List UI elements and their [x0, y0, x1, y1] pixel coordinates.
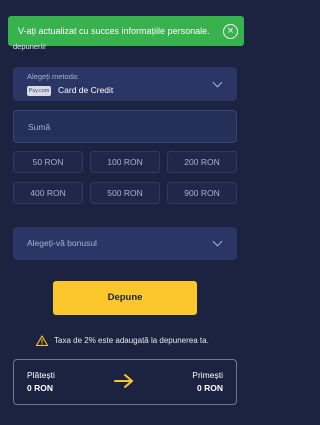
pay-amount: 0 RON — [27, 383, 53, 393]
deposit-button[interactable]: Depune — [53, 281, 197, 315]
close-icon[interactable]: × — [223, 24, 238, 39]
arrow-right-icon — [114, 374, 133, 388]
fee-notice: Taxa de 2% este adaugată la depunerea ta… — [36, 333, 209, 347]
preset-amount-button[interactable]: 900 RON — [167, 182, 237, 204]
warning-icon — [36, 334, 48, 346]
partial-text: depunerii! — [13, 42, 46, 51]
payment-method-label: Alegeți metoda: — [27, 72, 80, 81]
payment-method-value: Card de Credit — [58, 85, 114, 95]
receive-label: Primești — [192, 370, 223, 380]
chevron-down-icon — [212, 236, 223, 247]
preset-amount-button[interactable]: 400 RON — [13, 182, 83, 204]
preset-amount-button[interactable]: 200 RON — [167, 151, 237, 173]
preset-amount-button[interactable]: 500 RON — [90, 182, 160, 204]
bonus-select[interactable]: Alegeți-vă bonusul — [13, 227, 237, 260]
chevron-down-icon — [212, 77, 223, 88]
fee-notice-text: Taxa de 2% este adaugată la depunerea ta… — [54, 335, 209, 345]
bonus-select-label: Alegeți-vă bonusul — [27, 238, 97, 248]
receive-amount: 0 RON — [197, 383, 223, 393]
payment-provider-logo: Psy.com — [27, 86, 51, 96]
deposit-summary: Plătești 0 RON Primești 0 RON — [13, 359, 237, 405]
payment-method-select[interactable]: Alegeți metoda: Psy.com Card de Credit — [13, 67, 237, 101]
preset-amount-button[interactable]: 50 RON — [13, 151, 83, 173]
pay-label: Plătești — [27, 370, 55, 380]
notification-message: V-ați actualizat cu succes informațiile … — [18, 26, 210, 36]
amount-input[interactable] — [13, 110, 237, 143]
preset-amount-button[interactable]: 100 RON — [90, 151, 160, 173]
